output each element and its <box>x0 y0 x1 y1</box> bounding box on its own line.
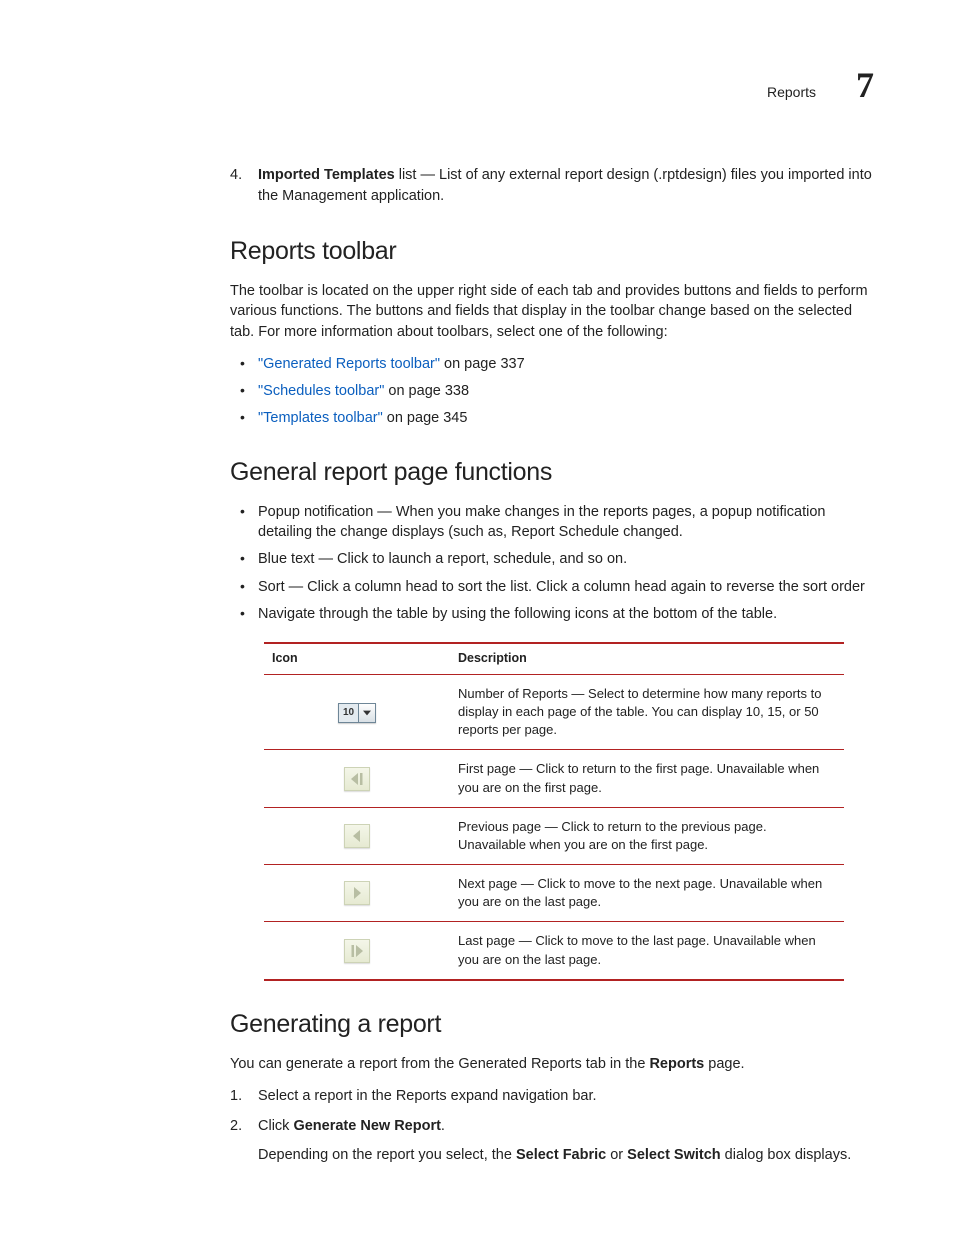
list-number: 4. <box>230 165 242 185</box>
running-header: Reports 7 <box>230 60 874 110</box>
table-row: Previous page — Click to return to the p… <box>264 807 844 864</box>
next-page-icon <box>344 881 370 905</box>
step-2: 2. Click Generate New Report. Depending … <box>230 1116 874 1165</box>
heading-general-functions: General report page functions <box>230 455 874 490</box>
generating-intro: You can generate a report from the Gener… <box>230 1054 874 1074</box>
table-cell-description: Last page — Click to move to the last pa… <box>450 922 844 980</box>
list-item-4: 4. Imported Templates list — List of any… <box>230 165 874 206</box>
step-number: 1. <box>230 1086 242 1106</box>
prev-page-icon <box>344 824 370 848</box>
page-size-select-icon: 10 <box>338 703 376 723</box>
running-header-title: Reports <box>767 83 816 103</box>
text-bold: Select Switch <box>627 1147 720 1163</box>
list-item: Navigate through the table by using the … <box>230 604 874 624</box>
text-bold: Reports <box>649 1056 704 1072</box>
list-item: "Templates toolbar" on page 345 <box>230 408 874 428</box>
table-row: 10 Number of Reports — Select to determi… <box>264 674 844 750</box>
table-row: Next page — Click to move to the next pa… <box>264 865 844 922</box>
list-item: Popup notification — When you make chang… <box>230 502 874 543</box>
text: . <box>441 1118 445 1134</box>
link-templates-toolbar[interactable]: "Templates toolbar" <box>258 410 383 426</box>
page-ref: on page 337 <box>440 356 525 372</box>
list-item: "Generated Reports toolbar" on page 337 <box>230 354 874 374</box>
table-cell-description: Previous page — Click to return to the p… <box>450 807 844 864</box>
table-cell-description: First page — Click to return to the firs… <box>450 750 844 807</box>
link-generated-reports-toolbar[interactable]: "Generated Reports toolbar" <box>258 356 440 372</box>
heading-generating-report: Generating a report <box>230 1007 874 1042</box>
text: Click <box>258 1118 293 1134</box>
general-functions-list: Popup notification — When you make chang… <box>230 502 874 624</box>
generating-steps: 1. Select a report in the Reports expand … <box>230 1086 874 1165</box>
document-page: { "header": { "title": "Reports", "chapt… <box>0 0 954 1255</box>
imported-templates-label: Imported Templates <box>258 167 395 183</box>
text: or <box>606 1147 627 1163</box>
step-2-substep: Depending on the report you select, the … <box>258 1145 874 1165</box>
dropdown-caret-icon <box>359 704 375 722</box>
text: Depending on the report you select, the <box>258 1147 516 1163</box>
table-cell-description: Next page — Click to move to the next pa… <box>450 865 844 922</box>
table-header-description: Description <box>450 643 844 674</box>
page-ref: on page 338 <box>384 383 469 399</box>
heading-reports-toolbar: Reports toolbar <box>230 234 874 269</box>
step-1: 1. Select a report in the Reports expand … <box>230 1086 874 1106</box>
list-item: Blue text — Click to launch a report, sc… <box>230 549 874 569</box>
running-header-chapter: 7 <box>856 60 874 110</box>
reports-toolbar-paragraph: The toolbar is located on the upper righ… <box>230 281 874 342</box>
text: page. <box>704 1056 744 1072</box>
page-size-value: 10 <box>339 704 359 722</box>
step-number: 2. <box>230 1116 242 1136</box>
step-text: Click Generate New Report. <box>258 1118 445 1134</box>
text-bold: Generate New Report <box>293 1118 440 1134</box>
list-item: Sort — Click a column head to sort the l… <box>230 577 874 597</box>
list-item: "Schedules toolbar" on page 338 <box>230 381 874 401</box>
page-ref: on page 345 <box>383 410 468 426</box>
toolbar-links-list: "Generated Reports toolbar" on page 337 … <box>230 354 874 429</box>
table-row: First page — Click to return to the firs… <box>264 750 844 807</box>
table-row: Last page — Click to move to the last pa… <box>264 922 844 980</box>
text: dialog box displays. <box>721 1147 852 1163</box>
text-bold: Select Fabric <box>516 1147 606 1163</box>
last-page-icon <box>344 939 370 963</box>
navigation-icons-table: Icon Description 10 Number of Reports — … <box>264 642 844 981</box>
link-schedules-toolbar[interactable]: "Schedules toolbar" <box>258 383 384 399</box>
table-header-icon: Icon <box>264 643 450 674</box>
table-cell-description: Number of Reports — Select to determine … <box>450 674 844 750</box>
first-page-icon <box>344 767 370 791</box>
step-text: Select a report in the Reports expand na… <box>258 1088 597 1104</box>
text: You can generate a report from the Gener… <box>230 1056 649 1072</box>
